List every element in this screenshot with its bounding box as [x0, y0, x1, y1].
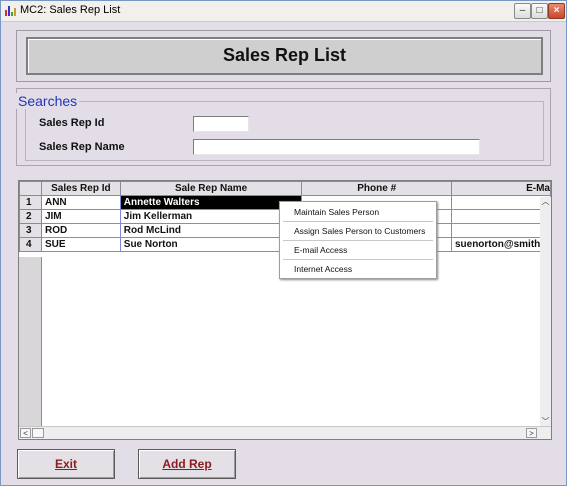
sales-rep-name-label: Sales Rep Name	[39, 141, 125, 153]
vertical-scrollbar[interactable]: ︿ ﹀	[540, 197, 551, 427]
title-bar[interactable]: MC2: Sales Rep List – □ ×	[1, 1, 566, 22]
sales-rep-name-input[interactable]	[193, 139, 480, 155]
column-header-email[interactable]: E-Ma	[450, 181, 551, 196]
menu-item-maintain-sales-person[interactable]: Maintain Sales Person	[280, 203, 436, 221]
menu-item-email-access[interactable]: E-mail Access	[280, 241, 436, 259]
application-window: MC2: Sales Rep List – □ × Sales Rep List…	[0, 0, 567, 486]
sales-rep-id-input[interactable]	[193, 116, 249, 132]
row-number-header	[19, 181, 42, 196]
row-number: 2	[19, 209, 42, 224]
cell-sales-rep-id[interactable]: SUE	[40, 237, 121, 252]
scroll-left-icon[interactable]: <	[20, 428, 31, 438]
menu-item-assign-sales-person[interactable]: Assign Sales Person to Customers	[280, 222, 436, 240]
sales-rep-id-label: Sales Rep Id	[39, 117, 105, 129]
scroll-up-icon[interactable]: ︿	[540, 197, 551, 207]
cell-sales-rep-id[interactable]: JIM	[40, 209, 121, 224]
context-menu: Maintain Sales Person Assign Sales Perso…	[279, 201, 437, 279]
cell-email[interactable]	[450, 209, 551, 224]
column-header-sale-rep-name[interactable]: Sale Rep Name	[119, 181, 303, 196]
searches-legend: Searches	[16, 93, 80, 109]
cell-sale-rep-name[interactable]: Rod McLind	[119, 223, 303, 238]
cell-sale-rep-name[interactable]: Jim Kellerman	[119, 209, 303, 224]
row-header-empty-area	[19, 257, 42, 427]
row-number: 3	[19, 223, 42, 238]
cell-sales-rep-id[interactable]: ANN	[40, 195, 121, 210]
horizontal-scrollbar[interactable]: < >	[19, 426, 551, 439]
row-number: 4	[19, 237, 42, 252]
window-title: MC2: Sales Rep List	[20, 4, 121, 16]
column-header-sales-rep-id[interactable]: Sales Rep Id	[40, 181, 121, 196]
cell-email[interactable]	[450, 195, 551, 210]
column-header-phone[interactable]: Phone #	[301, 181, 452, 196]
maximize-icon[interactable]: □	[531, 3, 548, 19]
scroll-thumb[interactable]	[32, 428, 44, 438]
header-banner: Sales Rep List	[26, 37, 543, 75]
scroll-right-icon[interactable]: >	[526, 428, 537, 438]
cell-email[interactable]	[450, 223, 551, 238]
page-title: Sales Rep List	[222, 45, 347, 65]
exit-button[interactable]: Exit	[17, 449, 115, 479]
cell-sale-rep-name[interactable]: Sue Norton	[119, 237, 303, 252]
add-rep-button[interactable]: Add Rep	[138, 449, 236, 479]
minimize-icon[interactable]: –	[514, 3, 531, 19]
header-panel: Sales Rep List	[16, 30, 551, 82]
table-header-row: Sales Rep Id Sale Rep Name Phone # E-Ma	[19, 181, 551, 196]
menu-item-internet-access[interactable]: Internet Access	[280, 260, 436, 278]
app-icon	[5, 6, 16, 16]
close-icon[interactable]: ×	[548, 3, 565, 19]
row-number: 1	[19, 195, 42, 210]
cell-sales-rep-id[interactable]: ROD	[40, 223, 121, 238]
cell-email[interactable]: suenorton@smiths	[450, 237, 551, 252]
cell-sale-rep-name[interactable]: Annette Walters	[119, 195, 303, 210]
